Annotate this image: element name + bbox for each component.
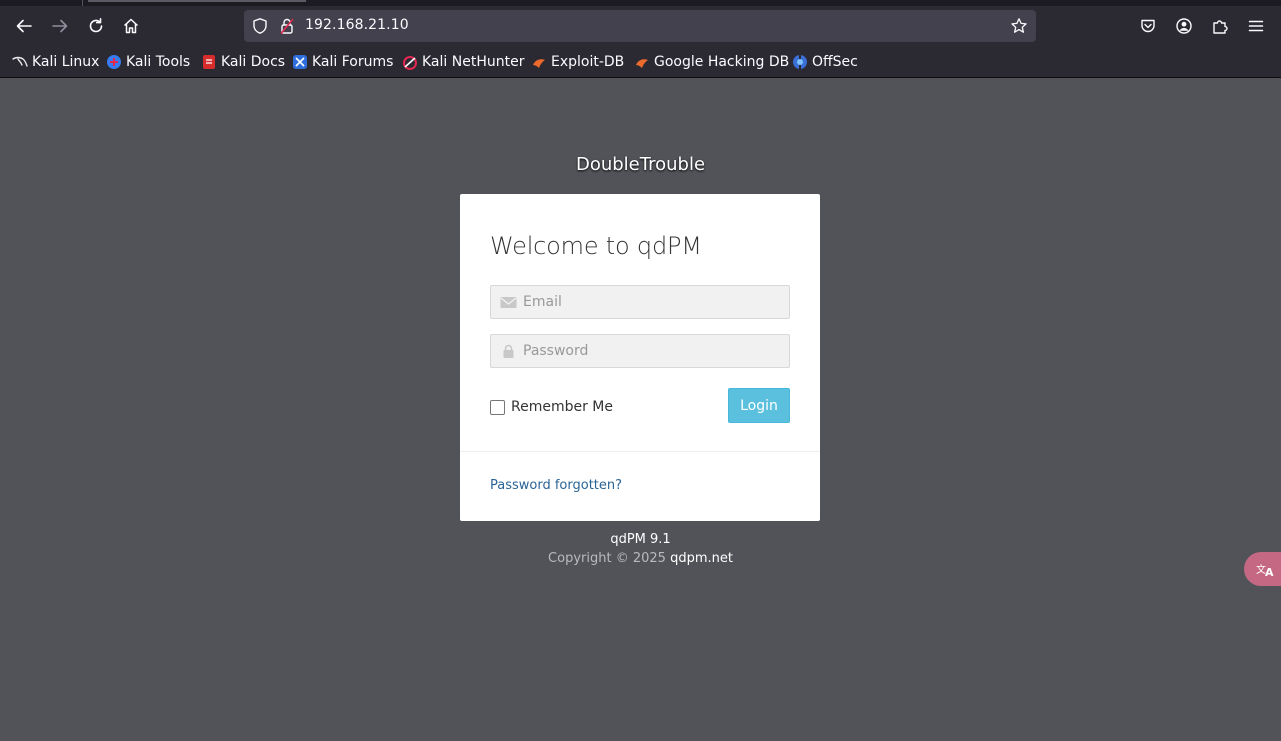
password-input[interactable] (523, 335, 785, 367)
bookmark-google-hacking-db[interactable]: Google Hacking DB (634, 53, 789, 71)
bookmarks-toolbar: Kali Linux Kali Tools Kali Docs Kali For… (0, 46, 1281, 78)
bookmark-label: Google Hacking DB (654, 54, 790, 70)
bookmark-label: Kali NetHunter (422, 54, 525, 70)
translate-button[interactable]: 文A (1244, 552, 1281, 586)
url-text[interactable]: 192.168.21.10 (305, 17, 409, 33)
page-viewport: DoubleTrouble Welcome to qdPM Remember M… (0, 78, 1281, 741)
app-version: qdPM 9.1 (610, 532, 671, 547)
reload-icon (89, 18, 103, 33)
pocket-icon (1141, 19, 1155, 33)
back-button[interactable] (9, 10, 39, 42)
bookmark-kali-forums[interactable]: Kali Forums (292, 53, 393, 71)
kali-docs-icon (203, 55, 215, 69)
password-forgotten-link[interactable]: Password forgotten? (490, 478, 622, 493)
tracking-shield-icon[interactable] (251, 17, 269, 35)
translate-icon: 文A (1256, 563, 1274, 579)
app-menu-button[interactable] (1241, 10, 1271, 42)
qdpm-site-link[interactable]: qdpm.net (670, 551, 733, 566)
bookmark-offsec[interactable]: OffSec (792, 53, 858, 71)
login-card: Welcome to qdPM Remember Me Login Passwo… (460, 194, 820, 521)
card-divider (460, 451, 820, 452)
arrow-left-icon (16, 19, 32, 33)
kali-forums-icon (293, 55, 307, 69)
email-field[interactable] (490, 285, 790, 319)
account-button[interactable] (1169, 10, 1199, 42)
bookmark-label: Kali Forums (312, 54, 394, 70)
bookmark-kali-tools[interactable]: Kali Tools (106, 53, 190, 71)
home-button[interactable] (116, 10, 146, 42)
login-button[interactable]: Login (728, 388, 790, 423)
brand-title: DoubleTrouble (575, 154, 706, 175)
hamburger-menu-icon (1248, 20, 1264, 32)
envelope-icon (500, 297, 517, 308)
bookmark-kali-linux[interactable]: Kali Linux (12, 53, 99, 71)
pocket-button[interactable] (1133, 10, 1163, 42)
bookmark-label: OffSec (812, 54, 858, 70)
arrow-right-icon (52, 19, 68, 33)
kali-tools-icon (107, 55, 121, 69)
bookmark-label: Kali Tools (126, 54, 191, 70)
bookmark-star-icon[interactable] (1010, 17, 1028, 35)
remember-me[interactable]: Remember Me (490, 398, 613, 416)
bookmark-label: Exploit-DB (551, 54, 625, 70)
svg-text:A: A (1265, 566, 1274, 579)
active-tab-edge[interactable] (88, 0, 306, 2)
bookmark-kali-nethunter[interactable]: Kali NetHunter (402, 53, 524, 71)
bookmark-kali-docs[interactable]: Kali Docs (201, 53, 285, 71)
exploit-db-icon (533, 59, 545, 68)
bookmark-exploit-db[interactable]: Exploit-DB (531, 53, 624, 71)
url-bar[interactable]: 192.168.21.10 (244, 10, 1036, 42)
copyright-line: Copyright © 2025 qdpm.net (0, 551, 1281, 566)
ghdb-icon (636, 59, 648, 68)
kali-nethunter-icon (403, 56, 417, 70)
email-input[interactable] (523, 286, 785, 318)
navigation-toolbar: 192.168.21.10 (0, 6, 1281, 46)
extensions-button[interactable] (1205, 10, 1235, 42)
password-field[interactable] (490, 334, 790, 368)
remember-me-label[interactable]: Remember Me (511, 399, 613, 415)
insecure-lock-icon[interactable] (278, 17, 296, 35)
reload-button[interactable] (81, 10, 111, 42)
forward-button[interactable] (45, 10, 75, 42)
bookmark-label: Kali Linux (32, 54, 100, 70)
kali-dragon-icon (12, 56, 28, 67)
home-icon (123, 18, 139, 34)
puzzle-icon (1213, 20, 1228, 34)
copyright-text: Copyright © 2025 (548, 551, 666, 566)
lock-icon (503, 344, 514, 358)
remember-me-checkbox[interactable] (490, 399, 505, 415)
login-title: Welcome to qdPM (490, 232, 702, 260)
offsec-icon (793, 55, 807, 69)
bookmark-label: Kali Docs (221, 54, 286, 70)
account-icon (1176, 18, 1192, 34)
